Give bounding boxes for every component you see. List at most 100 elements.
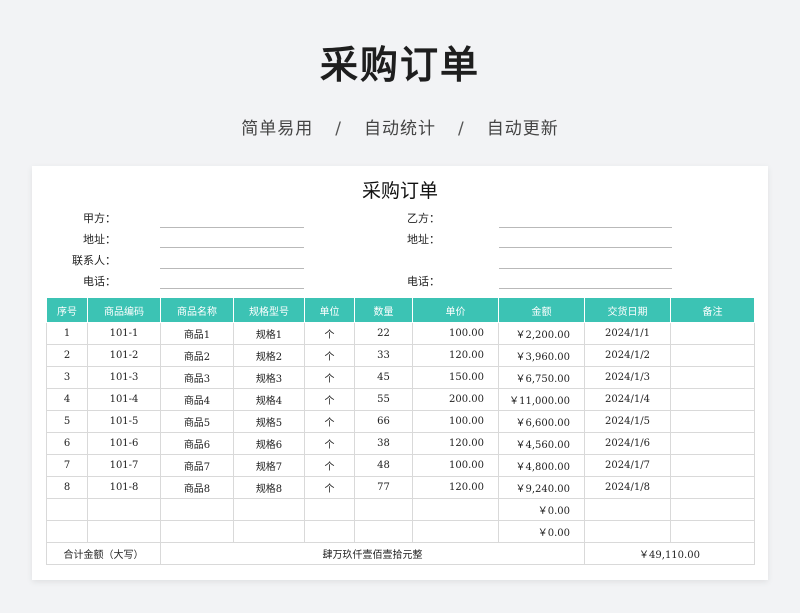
cell-name[interactable]: 商品5 [160,410,234,433]
cell-spec[interactable] [233,520,305,543]
cell-name[interactable]: 商品7 [160,454,234,477]
cell-unit[interactable]: 个 [304,454,355,477]
cell-date[interactable]: 2024/1/5 [584,410,671,433]
contact-b-field[interactable] [499,268,672,269]
cell-unit[interactable]: 个 [304,432,355,455]
cell-remark[interactable] [670,476,755,499]
cell-qty[interactable] [354,520,413,543]
phone-a-field[interactable] [160,288,304,289]
cell-name[interactable]: 商品8 [160,476,234,499]
cell-code[interactable]: 101-3 [87,366,161,389]
cell-price[interactable]: 200.00 [412,388,499,411]
cell-qty[interactable]: 55 [354,388,413,411]
cell-remark[interactable] [670,498,755,521]
cell-unit[interactable] [304,520,355,543]
cell-unit[interactable]: 个 [304,388,355,411]
cell-unit[interactable]: 个 [304,366,355,389]
cell-unit[interactable]: 个 [304,344,355,367]
cell-remark[interactable] [670,520,755,543]
cell-code[interactable]: 101-2 [87,344,161,367]
cell-amount[interactable]: ￥2,200.00 [498,322,585,345]
cell-spec[interactable]: 规格2 [233,344,305,367]
cell-qty[interactable]: 48 [354,454,413,477]
cell-amount[interactable]: ￥6,600.00 [498,410,585,433]
cell-name[interactable] [160,520,234,543]
phone-b-field[interactable] [499,288,672,289]
cell-index[interactable]: 6 [46,432,88,455]
cell-index[interactable]: 1 [46,322,88,345]
cell-date[interactable]: 2024/1/7 [584,454,671,477]
cell-qty[interactable] [354,498,413,521]
cell-date[interactable]: 2024/1/1 [584,322,671,345]
cell-price[interactable]: 100.00 [412,454,499,477]
cell-price[interactable]: 120.00 [412,476,499,499]
cell-spec[interactable]: 规格5 [233,410,305,433]
cell-spec[interactable] [233,498,305,521]
cell-remark[interactable] [670,366,755,389]
cell-name[interactable]: 商品4 [160,388,234,411]
cell-code[interactable]: 101-5 [87,410,161,433]
cell-name[interactable] [160,498,234,521]
cell-date[interactable]: 2024/1/2 [584,344,671,367]
cell-spec[interactable]: 规格7 [233,454,305,477]
cell-amount[interactable]: ￥6,750.00 [498,366,585,389]
cell-spec[interactable]: 规格6 [233,432,305,455]
address-a-field[interactable] [160,247,304,248]
cell-spec[interactable]: 规格8 [233,476,305,499]
cell-amount[interactable]: ￥0.00 [498,520,585,543]
cell-spec[interactable]: 规格1 [233,322,305,345]
cell-amount[interactable]: ￥9,240.00 [498,476,585,499]
cell-qty[interactable]: 66 [354,410,413,433]
cell-remark[interactable] [670,410,755,433]
cell-qty[interactable]: 22 [354,322,413,345]
cell-date[interactable]: 2024/1/8 [584,476,671,499]
cell-index[interactable]: 5 [46,410,88,433]
cell-qty[interactable]: 77 [354,476,413,499]
cell-price[interactable]: 120.00 [412,344,499,367]
cell-code[interactable]: 101-1 [87,322,161,345]
cell-date[interactable] [584,498,671,521]
cell-name[interactable]: 商品1 [160,322,234,345]
cell-unit[interactable]: 个 [304,322,355,345]
cell-qty[interactable]: 33 [354,344,413,367]
cell-remark[interactable] [670,432,755,455]
cell-date[interactable]: 2024/1/4 [584,388,671,411]
cell-remark[interactable] [670,322,755,345]
cell-amount[interactable]: ￥4,560.00 [498,432,585,455]
cell-amount[interactable]: ￥11,000.00 [498,388,585,411]
cell-index[interactable]: 2 [46,344,88,367]
cell-spec[interactable]: 规格3 [233,366,305,389]
contact-a-field[interactable] [160,268,304,269]
cell-unit[interactable]: 个 [304,410,355,433]
cell-remark[interactable] [670,454,755,477]
cell-code[interactable]: 101-6 [87,432,161,455]
cell-unit[interactable]: 个 [304,476,355,499]
cell-code[interactable]: 101-4 [87,388,161,411]
cell-unit[interactable] [304,498,355,521]
address-b-field[interactable] [499,247,672,248]
cell-remark[interactable] [670,344,755,367]
cell-name[interactable]: 商品3 [160,366,234,389]
party-b-field[interactable] [499,227,672,228]
cell-date[interactable]: 2024/1/3 [584,366,671,389]
cell-spec[interactable]: 规格4 [233,388,305,411]
cell-qty[interactable]: 45 [354,366,413,389]
cell-index[interactable]: 3 [46,366,88,389]
cell-code[interactable]: 101-8 [87,476,161,499]
cell-amount[interactable]: ￥3,960.00 [498,344,585,367]
cell-price[interactable]: 150.00 [412,366,499,389]
cell-index[interactable]: 8 [46,476,88,499]
cell-code[interactable] [87,520,161,543]
cell-remark[interactable] [670,388,755,411]
cell-qty[interactable]: 38 [354,432,413,455]
cell-code[interactable] [87,498,161,521]
cell-name[interactable]: 商品2 [160,344,234,367]
cell-amount[interactable]: ￥4,800.00 [498,454,585,477]
cell-date[interactable]: 2024/1/6 [584,432,671,455]
cell-price[interactable] [412,498,499,521]
cell-date[interactable] [584,520,671,543]
cell-price[interactable] [412,520,499,543]
cell-index[interactable] [46,520,88,543]
cell-index[interactable]: 4 [46,388,88,411]
cell-index[interactable] [46,498,88,521]
